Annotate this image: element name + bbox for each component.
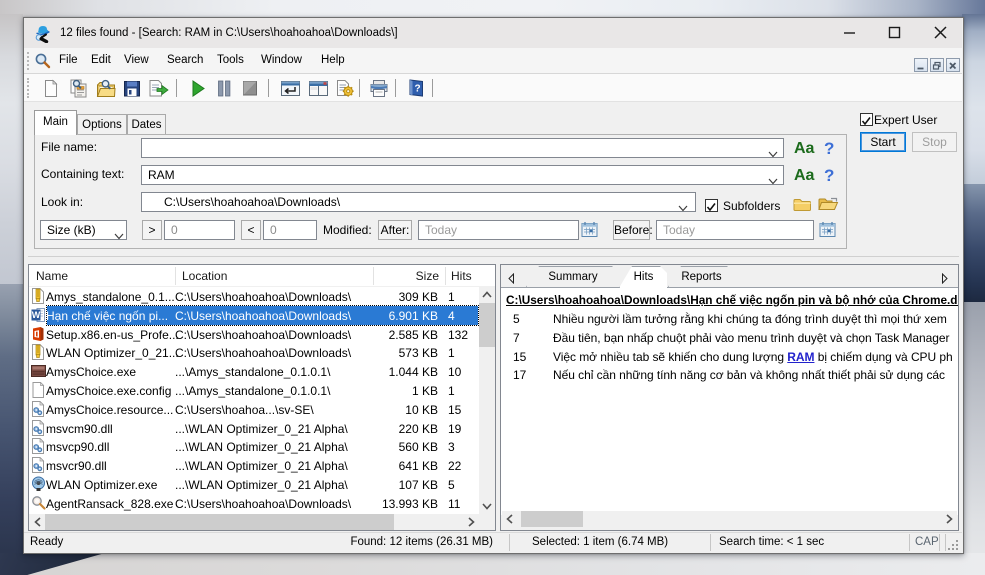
svg-text:W: W xyxy=(32,310,41,320)
svg-text:?: ? xyxy=(414,84,420,95)
